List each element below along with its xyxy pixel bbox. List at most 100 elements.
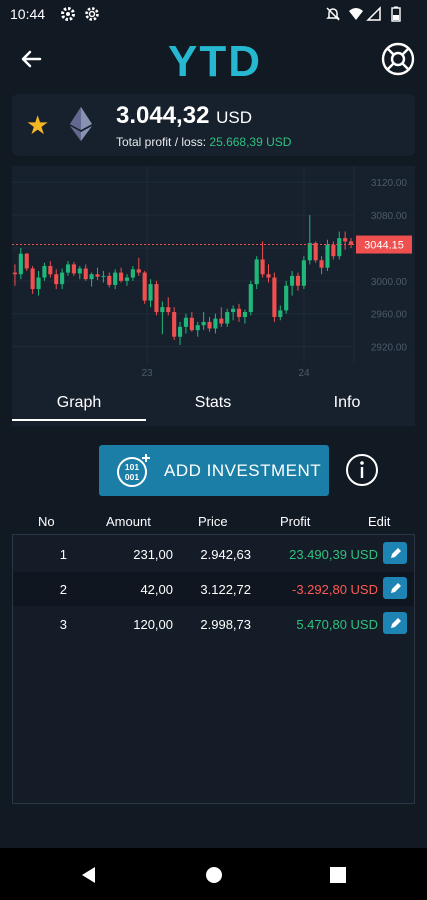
row-no: 1: [59, 547, 67, 562]
tab-stats[interactable]: Stats: [146, 394, 280, 412]
candle-body: [160, 307, 165, 313]
candle-body: [254, 259, 259, 285]
header-no: No: [38, 514, 55, 529]
nav-back-icon[interactable]: [80, 866, 98, 884]
row-no: 3: [59, 617, 67, 632]
candle-body: [248, 284, 253, 313]
app-logo: YTD: [168, 38, 262, 82]
row-price: 2.942,63: [200, 547, 251, 562]
nav-home-icon[interactable]: [205, 866, 223, 884]
candle-body: [83, 268, 88, 280]
app-bar: YTD: [0, 30, 427, 90]
tab-info[interactable]: Info: [280, 394, 414, 412]
candle-body: [89, 274, 94, 280]
y-tick-label: 2920.00: [371, 343, 408, 354]
candle-body: [48, 266, 53, 275]
row-amount: 42,00: [140, 582, 173, 597]
candle-body: [325, 244, 330, 268]
total-profit-label: Total profit / loss:: [116, 135, 207, 149]
tab-graph[interactable]: Graph: [12, 394, 146, 412]
candle-body: [148, 284, 153, 301]
nav-recents-icon[interactable]: [329, 866, 347, 884]
investment-table-header: No Amount Price Profit Edit: [12, 514, 415, 532]
candle-body: [177, 326, 183, 337]
candle-body: [130, 269, 135, 278]
candle-body: [107, 275, 112, 285]
row-amount: 231,00: [133, 547, 173, 562]
candle-body: [337, 238, 342, 257]
back-arrow-icon[interactable]: [16, 44, 46, 74]
candle-body: [166, 307, 171, 313]
asset-price: 3.044,32 USD: [116, 102, 252, 130]
favorite-star-icon[interactable]: ★: [26, 112, 49, 138]
candle-body: [301, 260, 306, 286]
asset-summary-card: ★ 3.044,32 USD Total profit / loss: 25.6…: [12, 94, 415, 156]
candle-body: [284, 285, 289, 311]
candle-body: [242, 312, 247, 317]
candle-body: [331, 244, 336, 257]
row-profit: -3.292,80 USD: [292, 582, 378, 597]
candle-body: [319, 260, 324, 268]
candle-body: [290, 275, 295, 286]
info-icon[interactable]: [345, 453, 379, 487]
candle-body: [113, 272, 118, 285]
candle-body: [154, 284, 159, 313]
candle-body: [101, 275, 106, 277]
candle-body: [183, 317, 189, 327]
investment-table: 1 231,00 2.942,63 23.490,39 USD 2 42,00 …: [12, 534, 415, 804]
candle-body: [201, 321, 206, 326]
edit-pencil-icon[interactable]: [383, 542, 407, 564]
edit-pencil-icon[interactable]: [383, 612, 407, 634]
battery-icon: [391, 6, 401, 22]
candle-body: [278, 310, 283, 317]
candle-body: [272, 277, 277, 317]
candle-body: [189, 317, 194, 331]
candle-body: [60, 272, 65, 285]
candle-body: [195, 325, 200, 331]
candle-body: [142, 272, 147, 301]
edit-pencil-icon[interactable]: [383, 577, 407, 599]
row-price: 3.122,72: [200, 582, 251, 597]
x-tick-label: 24: [298, 368, 310, 379]
candle-body: [42, 266, 47, 278]
active-tab-indicator: [12, 419, 146, 421]
candle-body: [231, 308, 236, 313]
settings-icon: [61, 7, 75, 21]
svg-text:YTD: YTD: [168, 38, 262, 82]
candle-body: [77, 268, 82, 274]
y-tick-label: 3080.00: [371, 211, 408, 222]
header-amount: Amount: [106, 514, 151, 529]
header-edit: Edit: [368, 514, 391, 529]
candle-body: [172, 312, 177, 337]
signal-icon: [366, 6, 381, 21]
header-profit: Profit: [280, 514, 311, 529]
svg-text:101: 101: [125, 462, 139, 472]
y-tick-label: 3120.00: [371, 178, 408, 189]
row-price: 2.998,73: [200, 617, 251, 632]
y-tick-label: 3000.00: [371, 277, 408, 288]
status-bar: 10:44: [0, 0, 427, 30]
globe-icon[interactable]: [380, 41, 416, 77]
candle-body: [343, 238, 348, 242]
add-investment-button[interactable]: 101 001 ADD INVESTMENT: [99, 445, 329, 496]
candle-body: [18, 253, 23, 275]
table-row: 3 120,00 2.998,73 5.470,80 USD: [13, 607, 414, 641]
candle-body: [260, 259, 265, 275]
candle-body: [207, 321, 212, 329]
row-profit: 5.470,80 USD: [296, 617, 378, 632]
svg-text:001: 001: [125, 472, 139, 482]
binary-add-icon: 101 001: [117, 454, 150, 487]
price-currency: USD: [216, 108, 252, 127]
candle-body: [95, 274, 100, 277]
candle-body: [266, 274, 271, 278]
y-tick-label: 2960.00: [371, 310, 408, 321]
candle-body: [136, 269, 141, 273]
status-time: 10:44: [10, 6, 46, 22]
notifications-off-icon: [326, 7, 340, 21]
candle-body: [295, 275, 301, 286]
candle-body: [219, 318, 224, 324]
system-nav-bar: [0, 848, 427, 900]
x-tick-label: 23: [141, 368, 153, 379]
candle-body: [119, 272, 124, 281]
header-price: Price: [198, 514, 228, 529]
